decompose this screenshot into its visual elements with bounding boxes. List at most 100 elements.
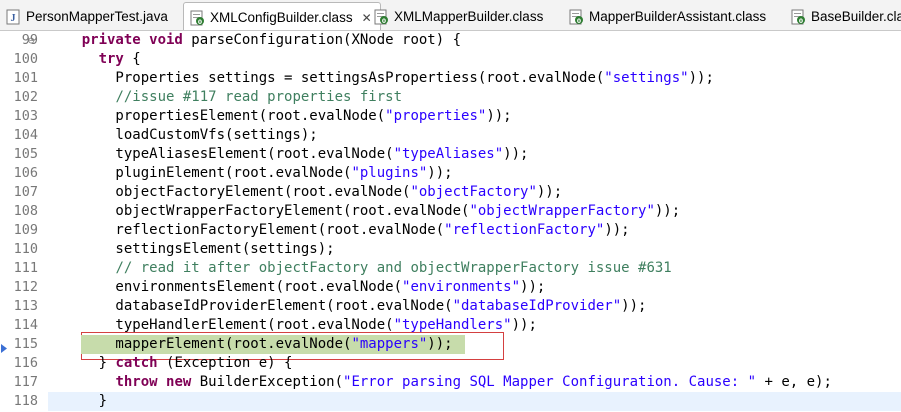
tab-label: MapperBuilderAssistant.class [589,9,767,24]
code-text: try { [48,50,141,69]
tab-3[interactable]: 0 MapperBuilderAssistant.class [563,3,774,30]
svg-text:0: 0 [382,18,386,25]
svg-text:0: 0 [577,18,581,25]
code-line[interactable]: ⊖ 99 private void parseConfiguration(XNod… [0,31,901,50]
code-token: )); [654,203,681,219]
svg-text:0: 0 [198,19,202,26]
code-token: } [48,393,108,409]
string-token: "Error parsing SQL Mapper Configuration.… [343,374,757,390]
code-line[interactable]: 103 propertiesElement(root.evalNode("pro… [0,107,901,126]
line-number: 112 [13,279,38,295]
code-line[interactable]: 114 typeHandlerElement(root.evalNode("ty… [0,316,901,335]
code-line[interactable]: 113 databaseIdProviderElement(root.evalN… [0,297,901,316]
code-line[interactable]: 117 throw new BuilderException("Error pa… [0,373,901,392]
code-line[interactable]: 110 settingsElement(settings); [0,240,901,259]
line-number: 109 [13,222,38,238]
keyword-token: try [98,51,124,67]
line-number: 118 [13,393,38,409]
code-token: )); [536,184,563,200]
line-number: 101 [13,70,38,86]
code-line[interactable]: 112 environmentsElement(root.evalNode("e… [0,278,901,297]
line-number: 108 [13,203,38,219]
class-file-icon: 0 [791,9,806,25]
line-number: 116 [13,355,38,371]
tab-label: BaseBuilder.class [811,9,901,24]
line-number: 113 [13,298,38,314]
code-token: Properties settings = settingsAsProperti… [48,70,605,86]
keyword-token: throw new [115,374,192,390]
code-line[interactable]: 116 } catch (Exception e) { [0,354,901,373]
code-line[interactable]: 108 objectWrapperFactoryElement(root.eva… [0,202,901,221]
code-token: typeAliasesElement(root.evalNode( [48,146,394,162]
code-editor[interactable]: ⊖ 99 private void parseConfiguration(XNod… [0,31,901,412]
code-token: )); [520,279,546,295]
tab-4[interactable]: 0 BaseBuilder.class [785,3,901,30]
code-line[interactable]: 106 pluginElement(root.evalNode("plugins… [0,164,901,183]
code-text: throw new BuilderException("Error parsin… [48,373,831,392]
line-number: 115 [13,336,38,352]
class-file-icon: 0 [569,9,584,25]
code-token: parseConfiguration(XNode root) { [182,32,462,48]
line-number: 103 [13,108,38,124]
code-token: )); [621,298,647,314]
string-token: "mappers" [351,336,428,352]
line-number: 114 [13,317,38,333]
code-token: propertiesElement(root.evalNode( [48,108,386,124]
code-text: settingsElement(settings); [48,240,335,259]
code-text: objectFactoryElement(root.evalNode("obje… [48,183,562,202]
code-token: )); [604,222,630,238]
code-token: environmentsElement(root.evalNode( [48,279,403,295]
line-number: 104 [13,127,38,143]
code-text: // read it after objectFactory and objec… [48,259,671,278]
code-text: environmentsElement(root.evalNode("envir… [48,278,545,297]
code-line[interactable]: 100 try { [0,50,901,69]
code-token: reflectionFactoryElement(root.evalNode( [48,222,445,238]
svg-text:J: J [11,13,16,24]
line-number: 102 [13,89,38,105]
code-text: //issue #117 read properties first [48,88,402,107]
code-text: } catch (Exception e) { [48,354,293,373]
code-line[interactable]: 111 // read it after objectFactory and o… [0,259,901,278]
code-line[interactable]: 102 //issue #117 read properties first [0,88,901,107]
java-file-icon: J [6,9,21,25]
code-text: typeHandlerElement(root.evalNode("typeHa… [48,316,536,335]
code-text: } [48,392,107,411]
current-line-highlight [48,392,901,411]
tab-2[interactable]: 0 XMLMapperBuilder.class [368,3,551,30]
svg-text:0: 0 [799,18,803,25]
keyword-token: catch [115,355,158,371]
code-line[interactable]: 105 typeAliasesElement(root.evalNode("ty… [0,145,901,164]
code-token: settingsElement(settings); [48,241,335,257]
code-token: )); [427,165,453,181]
tab-0[interactable]: J PersonMapperTest.java [0,3,176,30]
string-token: "properties" [385,108,487,124]
code-line[interactable]: 101 Properties settings = settingsAsProp… [0,69,901,88]
code-line[interactable]: 118 } [0,392,901,411]
code-token: } [48,355,116,371]
string-token: "plugins" [351,165,428,181]
line-number: 99 [21,32,38,48]
code-token: mapperElement(root.evalNode( [48,336,352,352]
line-number: 105 [13,146,38,162]
tab-label: PersonMapperTest.java [26,9,168,24]
code-text: typeAliasesElement(root.evalNode("typeAl… [48,145,528,164]
string-token: "objectWrapperFactory" [469,203,655,219]
string-token: "reflectionFactory" [444,222,605,238]
code-line[interactable]: 104 loadCustomVfs(settings); [0,126,901,145]
code-token: objectFactoryElement(root.evalNode( [48,184,411,200]
code-token: (Exception e) { [157,355,293,371]
code-token: databaseIdProviderElement(root.evalNode( [48,298,453,314]
code-line[interactable]: 109 reflectionFactoryElement(root.evalNo… [0,221,901,240]
code-text: loadCustomVfs(settings); [48,126,317,145]
code-text: Properties settings = settingsAsProperti… [48,69,713,88]
code-line[interactable]: 107 objectFactoryElement(root.evalNode("… [0,183,901,202]
code-token: pluginElement(root.evalNode( [48,165,352,181]
code-line[interactable]: 115 mapperElement(root.evalNode("mappers… [0,335,901,354]
code-text: reflectionFactoryElement(root.evalNode("… [48,221,630,240]
tab-1[interactable]: 0 XMLConfigBuilder.class ✕ [183,2,381,30]
code-text: databaseIdProviderElement(root.evalNode(… [48,297,646,316]
comment-token: //issue #117 read properties first [115,89,403,105]
